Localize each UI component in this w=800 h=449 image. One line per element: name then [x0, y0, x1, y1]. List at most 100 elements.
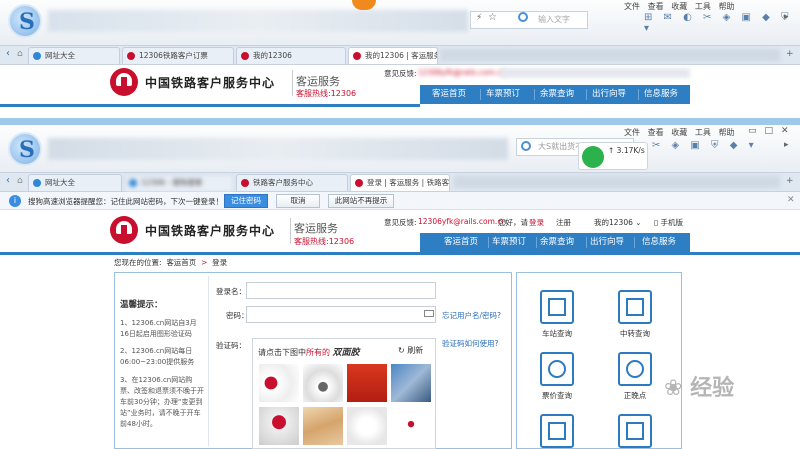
- password-field[interactable]: [246, 306, 436, 323]
- brand-divider: [292, 70, 293, 96]
- tab-12306-booking[interactable]: 12306铁路客户订票: [122, 47, 234, 64]
- captcha-image[interactable]: [259, 407, 299, 445]
- username-label: 登录名：: [216, 287, 246, 296]
- menu-tools[interactable]: 工具: [695, 2, 711, 11]
- nav-info[interactable]: 信息服务: [642, 233, 676, 252]
- captcha-image[interactable]: [347, 407, 387, 445]
- station-icon[interactable]: [540, 290, 574, 324]
- menu-file[interactable]: 文件: [624, 128, 640, 137]
- menu-help[interactable]: 帮助: [719, 128, 735, 137]
- site-nav-top: 客运首页 车票预订 余票查询 出行向导 信息服务: [420, 85, 690, 104]
- login-link[interactable]: 登录: [529, 217, 544, 228]
- tab-sogou-search[interactable]: 12306 - 搜狗搜索: [124, 174, 234, 191]
- clock-icon[interactable]: [618, 352, 652, 386]
- username-field[interactable]: [246, 282, 436, 299]
- captcha-image[interactable]: [391, 407, 431, 445]
- back-icon[interactable]: ‹: [6, 48, 10, 59]
- quick-link-label[interactable]: 正晚点: [605, 390, 665, 401]
- tab-my12306[interactable]: 我的12306: [236, 47, 346, 64]
- cancel-button[interactable]: 取消: [276, 194, 320, 208]
- menu-tools[interactable]: 工具: [695, 128, 711, 137]
- paw-icon: ❀: [664, 376, 683, 401]
- search-engine-icon[interactable]: [518, 12, 528, 22]
- captcha-image[interactable]: [259, 364, 299, 402]
- nav-booking[interactable]: 车票预订: [492, 233, 526, 252]
- new-tab-icon[interactable]: +: [786, 176, 794, 186]
- fare-icon[interactable]: [540, 352, 574, 386]
- captcha-image[interactable]: [347, 364, 387, 402]
- nav-info[interactable]: 信息服务: [644, 85, 678, 104]
- menu-file[interactable]: 文件: [624, 2, 640, 11]
- home-icon[interactable]: ⌂: [17, 176, 23, 186]
- close-icon[interactable]: ✕: [781, 126, 797, 136]
- menu-favorites[interactable]: 收藏: [671, 128, 687, 137]
- register-link[interactable]: 注册: [556, 217, 571, 228]
- my12306-menu[interactable]: 我的12306 ⌄: [594, 217, 642, 228]
- captcha-image[interactable]: [303, 407, 343, 445]
- search-engine-icon[interactable]: [521, 141, 531, 151]
- nav-remaining[interactable]: 余票查询: [540, 85, 574, 104]
- crh-favicon-icon: [241, 52, 249, 60]
- bolt-icon[interactable]: ⚡: [476, 13, 482, 23]
- menu-view[interactable]: 查看: [648, 128, 664, 137]
- tab-site-nav[interactable]: 网址大全: [28, 47, 120, 64]
- tab-site-nav[interactable]: 网址大全: [28, 174, 122, 191]
- toolbar-arrow-icon[interactable]: ▸: [784, 12, 789, 22]
- menu-view[interactable]: 查看: [648, 2, 664, 11]
- train-icon[interactable]: [618, 414, 652, 448]
- wifi-icon: [582, 146, 604, 168]
- mobile-link[interactable]: ▯ 手机版: [654, 217, 683, 228]
- password-notice-text: 搜狗高速浏览器提醒您：记住此网站密码，下次一键登录！: [28, 197, 223, 206]
- globe-icon: [33, 52, 41, 60]
- menu-help[interactable]: 帮助: [719, 2, 735, 11]
- new-tab-icon[interactable]: +: [786, 49, 794, 59]
- background-browser-window: S 文件 查看 收藏 工具 帮助 ⚡ ☆ 输入文字 ⊞ ✉ ◐ ✂ ◈ ▣ ◆ …: [0, 0, 800, 128]
- ticket-icon[interactable]: [540, 414, 574, 448]
- maximize-icon[interactable]: □: [765, 126, 782, 136]
- feedback-email[interactable]: 12306yfk@rails.com.cn: [418, 68, 506, 77]
- feedback-email[interactable]: 12306yfk@rails.com.cn: [418, 217, 506, 226]
- nav-booking[interactable]: 车票预订: [486, 85, 520, 104]
- remember-password-button[interactable]: 记住密码: [224, 194, 268, 208]
- nav-home[interactable]: 客运首页: [432, 85, 466, 104]
- minimize-icon[interactable]: ▭: [748, 126, 765, 136]
- brand-title: 中国铁路客户服务中心: [145, 76, 276, 90]
- service-title: 客运服务: [294, 222, 338, 235]
- search-input[interactable]: 输入文字: [538, 14, 570, 25]
- tips-title: 温馨提示：: [120, 300, 163, 310]
- home-icon[interactable]: ⌂: [17, 49, 23, 59]
- star-icon[interactable]: ☆: [488, 12, 497, 23]
- tab-my12306-service[interactable]: 我的12306 | 客运服务: [348, 47, 438, 64]
- nav-guide[interactable]: 出行向导: [590, 233, 624, 252]
- close-notice-icon[interactable]: ✕: [787, 195, 795, 205]
- captcha-help-link[interactable]: 验证码如何使用?: [442, 338, 498, 349]
- keyboard-icon[interactable]: [424, 310, 434, 317]
- breadcrumb-current: 登录: [212, 258, 228, 267]
- blurred-address-bar: [48, 138, 508, 160]
- tip-item: 3、在12306.cn网站购票、改签和退票须不晚于开车前30分钟；办理“变更到站…: [120, 376, 204, 428]
- refresh-captcha-button[interactable]: ↻ 刷新: [398, 345, 423, 356]
- toolbar-arrow-icon[interactable]: ▸: [784, 140, 789, 150]
- forgot-password-link[interactable]: 忘记用户名/密码?: [442, 310, 501, 321]
- quick-link-label[interactable]: 中转查询: [605, 328, 665, 339]
- tab-railway-home[interactable]: 铁路客户服务中心: [236, 174, 348, 191]
- tips-divider: [208, 276, 209, 446]
- nav-guide[interactable]: 出行向导: [592, 85, 626, 104]
- sogou-favicon-icon: [129, 179, 137, 187]
- tab-login[interactable]: 登录 | 客运服务 | 铁路客户: [350, 174, 450, 191]
- nav-home[interactable]: 客运首页: [444, 233, 478, 252]
- captcha-image[interactable]: [391, 364, 431, 402]
- quick-link-label[interactable]: 票价查询: [527, 390, 587, 401]
- breadcrumb-home[interactable]: 客运首页: [166, 258, 196, 267]
- nav-remaining[interactable]: 余票查询: [540, 233, 574, 252]
- quick-link-label[interactable]: 车站查询: [527, 328, 587, 339]
- captcha-image[interactable]: [303, 364, 343, 402]
- menu-favorites[interactable]: 收藏: [671, 2, 687, 11]
- breadcrumb: 您现在的位置: 客运首页 > 登录: [114, 258, 228, 267]
- nav-strip-top: [0, 104, 420, 107]
- back-icon[interactable]: ‹: [6, 175, 10, 186]
- sogou-logo-icon: S: [8, 4, 42, 38]
- never-remind-button[interactable]: 此网站不再提示: [328, 194, 394, 208]
- transfer-icon[interactable]: [618, 290, 652, 324]
- hotline: 客服热线:12306: [296, 89, 357, 98]
